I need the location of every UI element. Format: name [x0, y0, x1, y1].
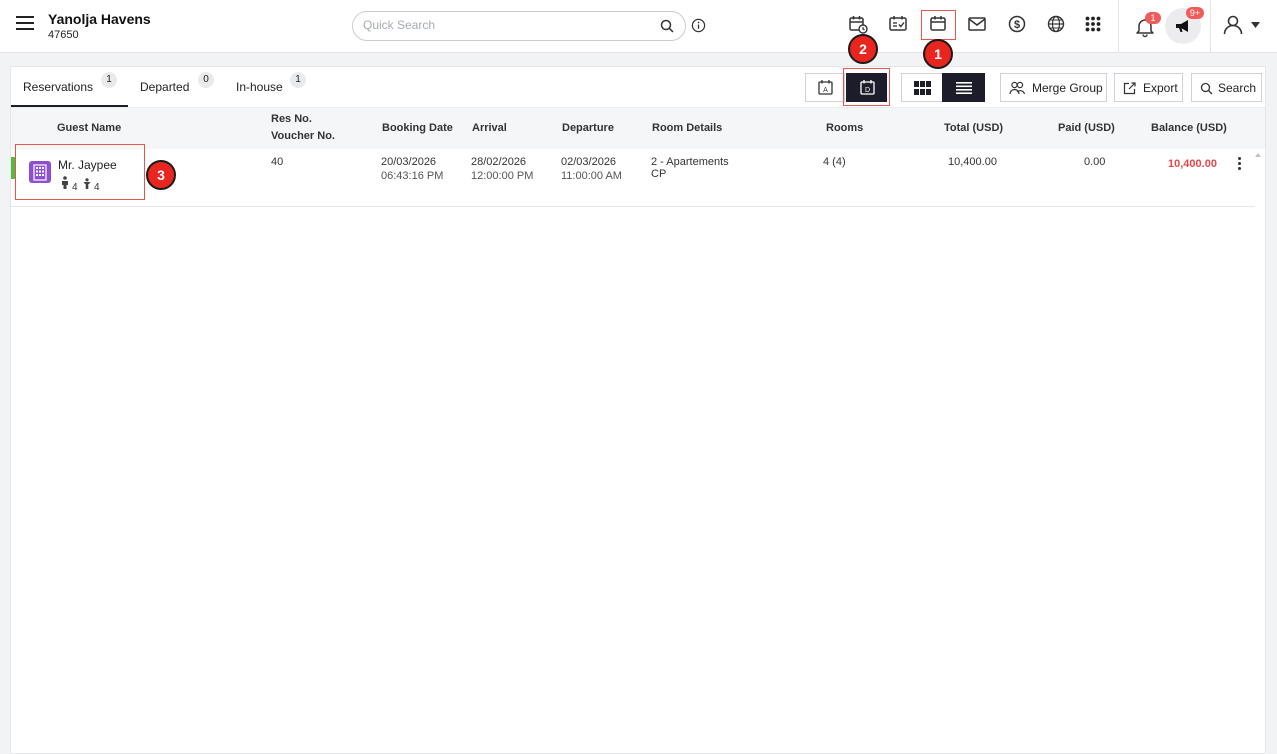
svg-text:$: $	[1014, 19, 1020, 31]
callout-3: 3	[146, 160, 176, 190]
calendar-arrival-icon: A	[818, 80, 833, 95]
grid-view-button[interactable]	[901, 73, 943, 102]
notification-badge: 1	[1145, 12, 1161, 24]
hotel-id: 47650	[48, 29, 79, 41]
column-total[interactable]: Total (USD)	[944, 122, 1003, 134]
megaphone-icon	[1176, 20, 1188, 32]
tab-reservations[interactable]: Reservations 1	[11, 67, 128, 107]
tab-in-house[interactable]: In-house 1	[224, 67, 314, 107]
arrival-date: 28/02/2026	[471, 156, 527, 168]
list-view-button[interactable]	[942, 73, 985, 102]
svg-text:A: A	[823, 87, 828, 94]
chevron-down-icon[interactable]	[1251, 22, 1260, 28]
hamburger-menu-icon[interactable]	[16, 16, 34, 30]
arrival-time: 12:00:00 PM	[471, 170, 534, 182]
export-icon	[1123, 82, 1136, 95]
top-bar: Yanolja Havens 47650 $	[0, 0, 1277, 53]
calendar-arrival-view-button[interactable]: A	[805, 73, 845, 102]
res-no[interactable]: 40	[271, 156, 283, 169]
search-icon[interactable]	[659, 18, 675, 34]
highlight-box-1	[921, 10, 956, 40]
user-profile-icon[interactable]	[1221, 13, 1245, 37]
callout-2: 2	[848, 34, 878, 64]
search-icon	[1200, 82, 1213, 95]
tab-label: Reservations	[23, 80, 94, 94]
merge-group-label: Merge Group	[1032, 81, 1103, 95]
row-actions-menu-icon[interactable]	[1233, 157, 1245, 175]
highlight-box-3	[15, 144, 145, 200]
column-room-details[interactable]: Room Details	[652, 122, 722, 134]
search-button[interactable]: Search	[1191, 73, 1262, 102]
tab-label: Departed	[140, 80, 190, 94]
paid-amount: 0.00	[1084, 156, 1106, 168]
column-rooms[interactable]: Rooms	[826, 122, 863, 134]
tab-departed[interactable]: Departed 0	[129, 67, 219, 107]
balance-amount: 10,400.00	[1168, 158, 1217, 170]
info-icon[interactable]	[691, 18, 706, 33]
export-label: Export	[1143, 81, 1178, 95]
calendar-check-icon[interactable]	[887, 13, 909, 35]
globe-icon[interactable]	[1045, 13, 1067, 35]
announcement-badge: 9+	[1186, 7, 1204, 19]
column-res-no[interactable]: Res No.	[271, 113, 312, 125]
scroll-up-arrow-icon[interactable]	[1255, 153, 1261, 157]
divider	[1210, 0, 1211, 53]
rate-plan: CP	[651, 168, 667, 180]
rooms-count: 4 (4)	[823, 156, 846, 168]
tab-count-badge: 1	[290, 72, 306, 88]
quick-search-input[interactable]	[363, 18, 643, 32]
dollar-icon[interactable]: $	[1006, 13, 1028, 35]
tab-count-badge: 1	[101, 72, 117, 88]
column-voucher-no[interactable]: Voucher No.	[271, 130, 335, 142]
column-departure[interactable]: Departure	[562, 122, 614, 134]
apps-grid-icon[interactable]	[1082, 13, 1104, 35]
column-balance[interactable]: Balance (USD)	[1151, 122, 1227, 134]
departure-date: 02/03/2026	[561, 156, 617, 168]
hotel-name: Yanolja Havens	[48, 11, 151, 27]
grid-view-icon	[914, 81, 931, 95]
total-amount: 10,400.00	[948, 156, 997, 168]
calendar-clock-icon[interactable]	[847, 13, 869, 35]
tab-count-badge: 0	[198, 72, 214, 88]
search-label: Search	[1218, 81, 1257, 95]
divider	[1118, 0, 1119, 53]
table-header: Guest Name Res No. Voucher No. Booking D…	[11, 107, 1265, 149]
list-view-icon	[956, 82, 972, 94]
column-paid[interactable]: Paid (USD)	[1058, 122, 1115, 134]
column-arrival[interactable]: Arrival	[472, 122, 507, 134]
quick-search-box	[352, 11, 686, 41]
booking-date: 20/03/2026	[381, 156, 437, 168]
column-guest-name[interactable]: Guest Name	[57, 122, 121, 134]
merge-group-button[interactable]: Merge Group	[1000, 73, 1107, 102]
column-booking-date[interactable]: Booking Date	[382, 122, 453, 134]
tab-label: In-house	[236, 80, 283, 94]
highlight-box-2	[843, 68, 890, 106]
callout-1: 1	[923, 39, 953, 69]
people-group-icon	[1009, 81, 1025, 95]
departure-time: 11:00:00 AM	[561, 170, 622, 182]
table-row[interactable]: Mr. Jaypee 4 4 40 20/03/2026 06:43:16 PM…	[11, 149, 1255, 207]
mail-icon[interactable]	[966, 13, 988, 35]
export-button[interactable]: Export	[1114, 73, 1183, 102]
booking-time: 06:43:16 PM	[381, 170, 444, 182]
reservations-panel: Reservations 1 Departed 0 In-house 1 A D	[10, 66, 1266, 754]
